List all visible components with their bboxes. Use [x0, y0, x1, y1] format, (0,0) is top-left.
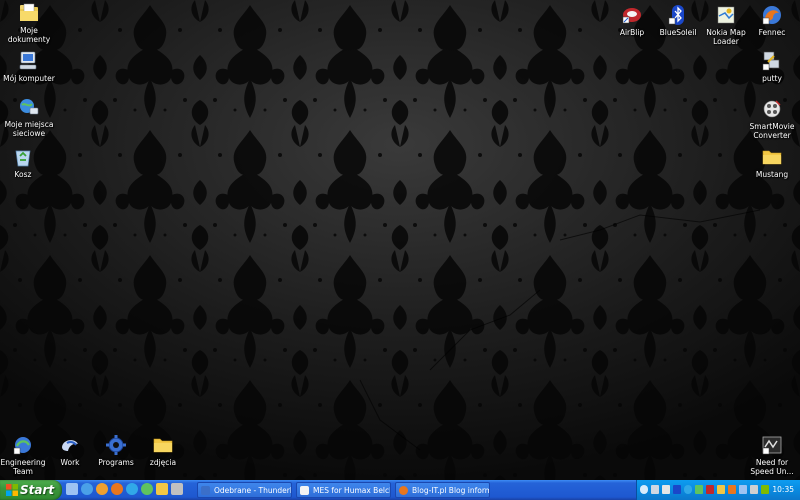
tray-update-icon[interactable] — [728, 485, 736, 494]
start-label: Start — [20, 483, 55, 497]
desktop-icon-label: Fennec — [758, 28, 786, 37]
network-places-icon — [20, 99, 39, 115]
desktop-icon-label: SmartMovie Converter — [749, 122, 795, 140]
messenger-icon[interactable] — [141, 483, 153, 495]
task-label: Blog-IT.pl Blog inform... — [412, 486, 489, 495]
fennec-icon — [762, 6, 781, 25]
skype-icon[interactable] — [126, 483, 138, 495]
tray-power-icon[interactable] — [761, 485, 769, 494]
tray-messenger-icon[interactable] — [695, 485, 703, 494]
clock[interactable]: 10:35 — [772, 480, 794, 500]
tray-expand-icon[interactable] — [640, 485, 648, 494]
desktop-icon-label: zdjęcia — [149, 458, 177, 467]
tray-skype-icon[interactable] — [684, 485, 692, 494]
folder-icon — [153, 438, 173, 453]
putty-icon — [762, 51, 780, 71]
nfs-icon — [762, 436, 782, 455]
system-tray: 10:35 — [636, 480, 800, 500]
tray-bluetooth-icon[interactable] — [673, 485, 681, 494]
taskbar-button-blog-it[interactable]: Blog-IT.pl Blog inform... — [395, 482, 490, 498]
show-desktop-icon[interactable] — [66, 483, 78, 495]
desktop-icon-label: Need for Speed Un... — [750, 458, 794, 476]
programs-gear-icon — [106, 435, 126, 455]
tray-antivirus-icon[interactable] — [706, 485, 714, 494]
tray-volume-icon[interactable] — [662, 485, 670, 494]
engineering-team-icon — [13, 437, 31, 455]
desktop-icon-label: Moje miejsca sieciowe — [4, 120, 54, 138]
desktop-icon-kosz[interactable]: Kosz — [0, 146, 52, 179]
desktop-icon-putty[interactable]: putty — [743, 50, 800, 83]
thunderbird-icon — [201, 486, 210, 495]
firefox-icon — [399, 486, 408, 495]
work-icon — [62, 440, 78, 451]
explorer-icon[interactable] — [156, 483, 168, 495]
taskbar-button-mes-for-humax[interactable]: MES for Humax Belch... — [296, 482, 391, 498]
desktop-icon-mustang[interactable]: Mustang — [743, 146, 800, 179]
wallpaper — [0, 0, 800, 480]
desktop-icon-label: Mój komputer — [3, 74, 55, 83]
task-label: Odebrane - Thunderbird — [214, 486, 291, 495]
desktop-icon-label: putty — [762, 74, 782, 83]
winamp-icon[interactable] — [171, 483, 183, 495]
bluetooth-icon — [668, 5, 684, 25]
my-documents-icon — [20, 3, 38, 21]
desktop-icon-moj-komputer[interactable]: Mój komputer — [0, 50, 58, 83]
taskbar-button-thunderbird[interactable]: Odebrane - Thunderbird — [197, 482, 292, 498]
desktop-icon-need-for-speed[interactable]: Need for Speed Un... — [743, 434, 800, 476]
tray-security-icon[interactable] — [717, 485, 725, 494]
nokia-map-loader-icon — [717, 6, 735, 24]
desktop-icon-moje-miejsca-sieciowe[interactable]: Moje miejsca sieciowe — [0, 96, 58, 138]
smartmovie-icon — [763, 100, 781, 118]
airblip-icon — [622, 8, 641, 24]
desktop-icon-fennec[interactable]: Fennec — [743, 4, 800, 37]
my-computer-icon — [19, 51, 37, 70]
tray-network-icon[interactable] — [651, 485, 659, 494]
taskbar: Start Odebrane - Thunderbird MES for Hum… — [0, 480, 800, 500]
desktop-icon-label: Kosz — [14, 170, 32, 179]
start-button[interactable]: Start — [0, 480, 62, 500]
desktop-icon-label: Mustang — [755, 170, 789, 179]
document-icon — [300, 486, 309, 495]
folder-icon — [762, 150, 782, 165]
task-label: MES for Humax Belch... — [313, 486, 390, 495]
recycle-bin-icon — [15, 150, 31, 167]
tray-display-icon[interactable] — [739, 485, 747, 494]
media-player-icon[interactable] — [96, 483, 108, 495]
windows-logo-icon — [6, 484, 18, 496]
desktop-icon-moje-dokumenty[interactable]: Moje dokumenty — [0, 2, 58, 44]
ie-icon[interactable] — [81, 483, 93, 495]
tray-usb-icon[interactable] — [750, 485, 758, 494]
firefox-icon[interactable] — [111, 483, 123, 495]
desktop: Moje dokumenty Mój komputer Moje miejsca… — [0, 0, 800, 500]
desktop-icon-smartmovie-converter[interactable]: SmartMovie Converter — [743, 98, 800, 140]
desktop-icon-zdjecia[interactable]: zdjęcia — [134, 434, 192, 467]
desktop-icon-label: Moje dokumenty — [7, 26, 51, 44]
